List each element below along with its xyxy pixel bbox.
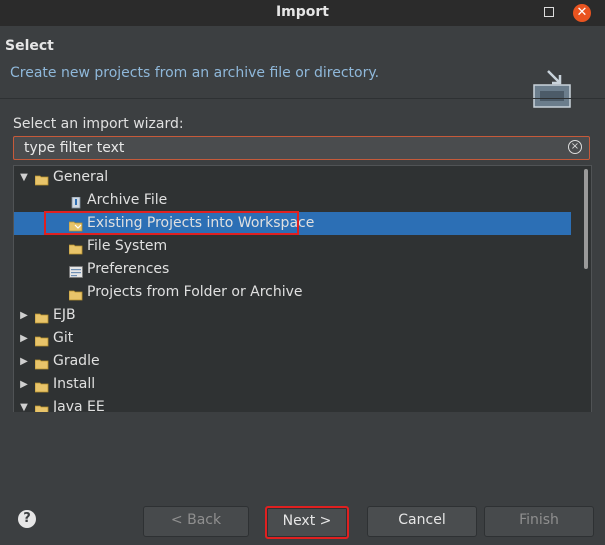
wizard-header: Select Create new projects from an archi…: [0, 26, 605, 108]
tree-category[interactable]: ▶ Git: [14, 327, 586, 350]
tree-item-label: General: [53, 169, 109, 185]
expand-down-icon[interactable]: ▼: [18, 166, 30, 189]
next-button[interactable]: Next >: [265, 506, 349, 539]
minimize-icon[interactable]: [543, 6, 555, 18]
tree-item-label: Install: [53, 376, 96, 392]
wizard-tree[interactable]: ▼ General Archive File Existing Projects in…: [13, 165, 592, 414]
finish-button[interactable]: Finish: [484, 506, 594, 537]
folder-icon: [68, 286, 83, 301]
folder-icon: [34, 309, 49, 324]
expand-right-icon[interactable]: ▶: [18, 373, 30, 396]
folder-icon: [68, 240, 83, 255]
tree-item-label: Projects from Folder or Archive: [87, 284, 303, 300]
filter-input[interactable]: [24, 137, 564, 159]
tree-item-label: Preferences: [87, 261, 170, 277]
expand-right-icon[interactable]: ▶: [18, 327, 30, 350]
import-dialog: Import ✕ Select Create new projects from…: [0, 0, 605, 545]
archive-icon: [69, 194, 83, 209]
cancel-button[interactable]: Cancel: [367, 506, 477, 537]
tree-category[interactable]: ▶ Install: [14, 373, 586, 396]
tree-item-label: EJB: [53, 307, 76, 323]
folder-icon: [34, 332, 49, 347]
import-wizard-icon: [533, 70, 571, 108]
folder-icon: [34, 378, 49, 393]
page-title: Select: [5, 38, 54, 54]
tree-item-label: Git: [53, 330, 74, 346]
header-separator: [0, 98, 605, 99]
annotation-highlight: [44, 211, 299, 235]
window-title: Import: [275, 4, 330, 20]
folder-icon: [34, 171, 49, 186]
tree-category[interactable]: ▶ Gradle: [14, 350, 586, 373]
tree-item[interactable]: Preferences: [14, 258, 586, 281]
tree-category[interactable]: ▶ EJB: [14, 304, 586, 327]
folder-icon: [34, 355, 49, 370]
tree-item-label: Gradle: [53, 353, 100, 369]
back-button[interactable]: < Back: [143, 506, 249, 537]
tree-item[interactable]: Archive File: [14, 189, 586, 212]
filter-field[interactable]: ×: [13, 136, 590, 160]
title-bar: Import ✕: [0, 0, 605, 26]
tree-item-label: Archive File: [87, 192, 168, 208]
wizard-label: Select an import wizard:: [13, 116, 184, 132]
preferences-icon: [69, 263, 83, 278]
expand-right-icon[interactable]: ▶: [18, 350, 30, 373]
tree-item-label: File System: [87, 238, 168, 254]
expand-right-icon[interactable]: ▶: [18, 304, 30, 327]
close-icon[interactable]: ✕: [573, 4, 591, 22]
tree-item[interactable]: Projects from Folder or Archive: [14, 281, 586, 304]
clear-filter-icon[interactable]: ×: [568, 140, 582, 154]
tree-category[interactable]: ▼ General: [14, 166, 586, 189]
tree-item[interactable]: File System: [14, 235, 586, 258]
page-description: Create new projects from an archive file…: [10, 65, 380, 81]
help-icon[interactable]: ?: [18, 510, 36, 528]
